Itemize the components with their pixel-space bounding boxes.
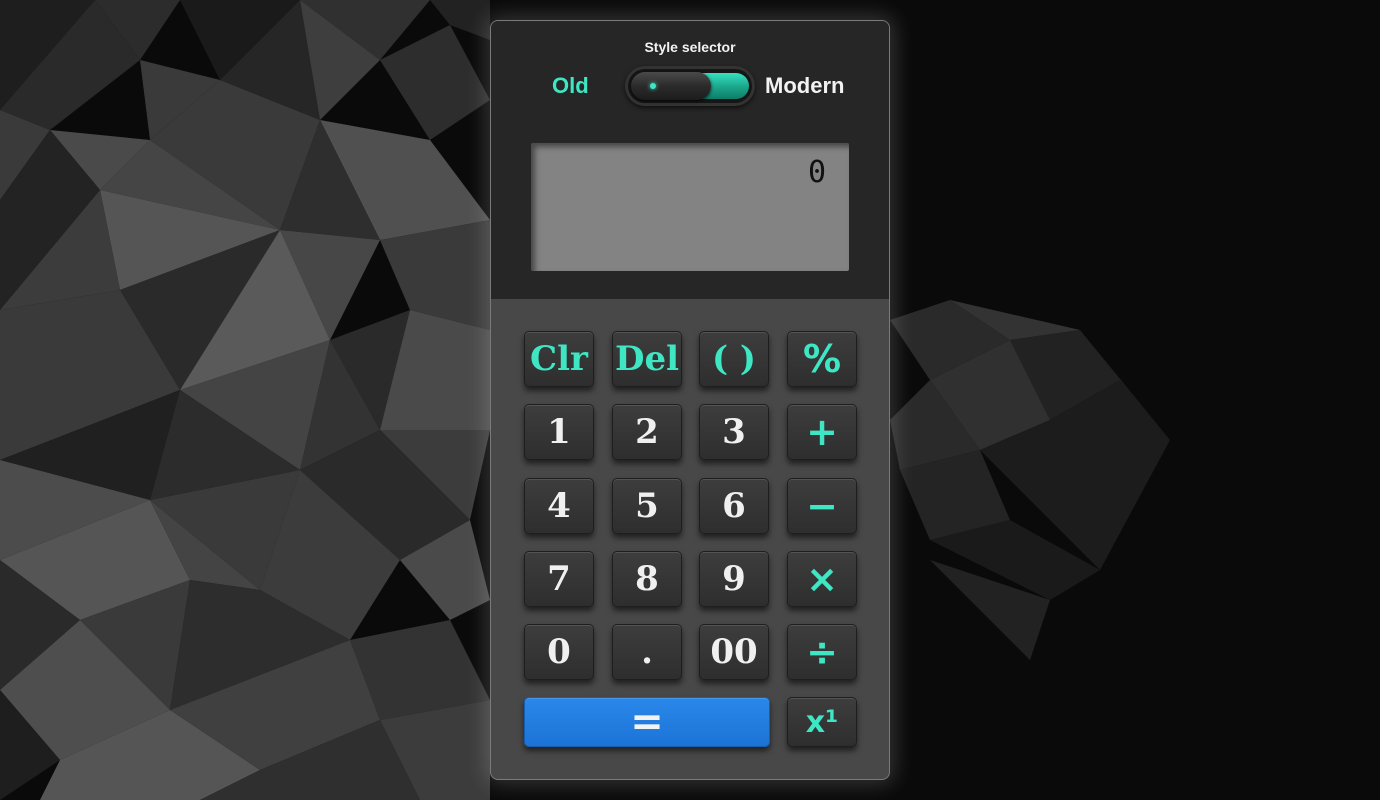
clear-button[interactable]: Clr [524,331,594,387]
divide-button[interactable]: ÷ [787,624,857,680]
style-toggle-switch[interactable] [625,66,755,106]
digit-3-button[interactable]: 3 [699,404,769,460]
toggle-indicator-dot [650,83,656,89]
multiply-button[interactable]: × [787,551,857,607]
power-button[interactable]: x¹ [787,697,857,747]
digit-4-button[interactable]: 4 [524,478,594,534]
digit-0-button[interactable]: 0 [524,624,594,680]
digit-2-button[interactable]: 2 [612,404,682,460]
calculator-header: Style selector Old Modern 0 [491,21,889,299]
digit-7-button[interactable]: 7 [524,551,594,607]
delete-button[interactable]: Del [612,331,682,387]
digit-8-button[interactable]: 8 [612,551,682,607]
subtract-button[interactable]: − [787,478,857,534]
percent-button[interactable]: % [787,331,857,387]
digit-5-button[interactable]: 5 [612,478,682,534]
calculator-display: 0 [531,143,849,271]
style-selector-title: Style selector [644,39,736,55]
decimal-point-button[interactable]: . [612,624,682,680]
digit-6-button[interactable]: 6 [699,478,769,534]
style-option-old[interactable]: Old [552,73,589,99]
digit-9-button[interactable]: 9 [699,551,769,607]
equals-button[interactable]: = [524,697,770,747]
toggle-knob[interactable] [631,72,711,100]
calculator: Style selector Old Modern 0 Clr Del ( ) … [490,20,890,780]
style-option-modern[interactable]: Modern [765,73,844,99]
double-zero-button[interactable]: 00 [699,624,769,680]
parentheses-button[interactable]: ( ) [699,331,769,387]
add-button[interactable]: + [787,404,857,460]
display-value: 0 [807,155,827,190]
digit-1-button[interactable]: 1 [524,404,594,460]
